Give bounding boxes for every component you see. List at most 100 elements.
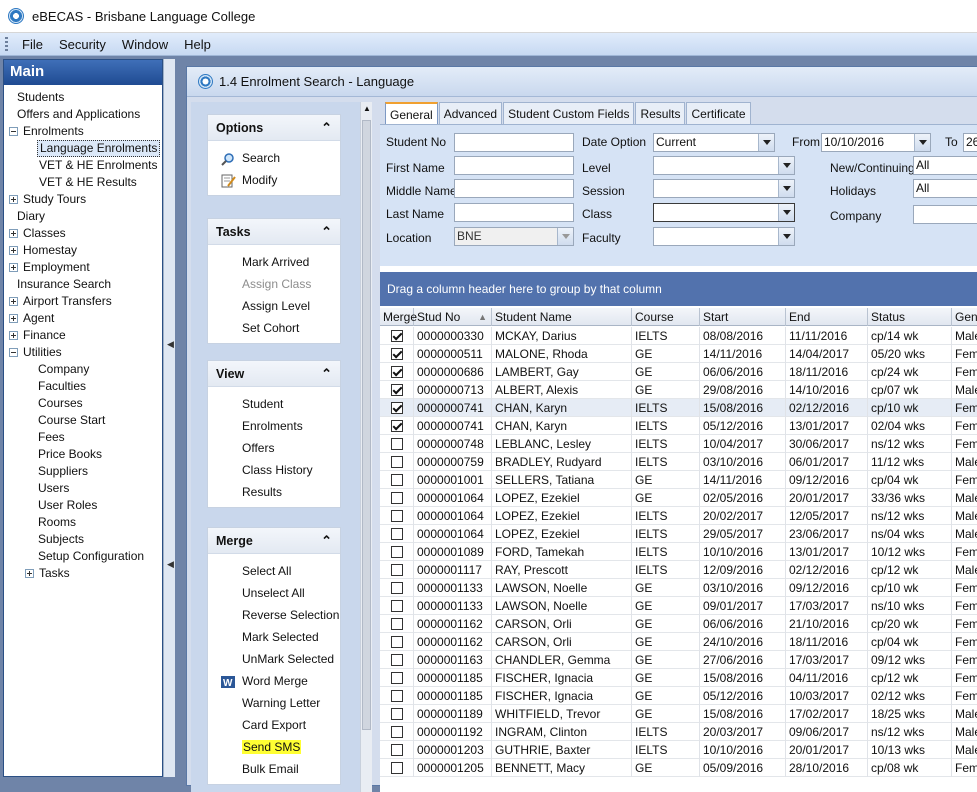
merge-checkbox[interactable] [391,726,403,738]
merge-checkbox[interactable] [391,582,403,594]
merge-checkbox[interactable] [391,600,403,612]
nav-tree-item-faculties[interactable]: Faculties [4,378,162,395]
task-link-search[interactable]: Search [208,147,340,169]
tab-certificate[interactable]: Certificate [686,102,751,124]
level-select[interactable] [653,156,795,175]
menu-file[interactable]: File [14,37,51,52]
nav-tree-item-vet-and-he-results[interactable]: VET & HE Results [4,174,162,191]
task-pane-scrollbar[interactable]: ▲ [360,102,372,792]
panel-splitter[interactable]: ◀ ◀ [163,59,175,777]
task-group-header[interactable]: Options ⌃ [208,115,340,141]
nav-tree-item-company[interactable]: Company [4,361,162,378]
group-by-bar[interactable]: Drag a column header here to group by th… [380,272,977,306]
task-link-offers[interactable]: Offers [208,437,340,459]
nav-tree-item-rooms[interactable]: Rooms [4,514,162,531]
table-row[interactable]: 0000000511 MALONE, Rhoda GE 14/11/2016 14/04… [380,345,977,363]
table-row[interactable]: 0000001089 FORD, Tamekah IELTS 10/10/2016 13… [380,543,977,561]
merge-checkbox[interactable] [391,366,403,378]
table-row[interactable]: 0000001001 SELLERS, Tatiana GE 14/11/2016 09… [380,471,977,489]
collapse-icon[interactable] [9,348,18,357]
session-select[interactable] [653,179,795,198]
nav-tree-item-agent[interactable]: Agent [4,310,162,327]
column-header-student-name[interactable]: Student Name [492,308,632,326]
merge-checkbox[interactable] [391,618,403,630]
merge-checkbox[interactable] [391,528,403,540]
nav-tree-item-user-roles[interactable]: User Roles [4,497,162,514]
table-row[interactable]: 0000000713 ALBERT, Alexis GE 29/08/2016 14/1… [380,381,977,399]
nav-tree-item-homestay[interactable]: Homestay [4,242,162,259]
task-group-header[interactable]: Merge ⌃ [208,528,340,554]
column-header-start[interactable]: Start [700,308,786,326]
task-link-enrolments[interactable]: Enrolments [208,415,340,437]
expand-icon[interactable] [9,195,18,204]
table-row[interactable]: 0000000759 BRADLEY, Rudyard IELTS 03/10/201… [380,453,977,471]
table-row[interactable]: 0000001192 INGRAM, Clinton IELTS 20/03/2017… [380,723,977,741]
menu-help[interactable]: Help [176,37,219,52]
nav-tree-item-fees[interactable]: Fees [4,429,162,446]
nav-tree-item-vet-and-he-enrolments[interactable]: VET & HE Enrolments [4,157,162,174]
tab-general[interactable]: General [385,102,438,124]
scroll-up-icon[interactable]: ▲ [363,104,371,113]
nav-tree-item-students[interactable]: Students [4,89,162,106]
table-row[interactable]: 0000001205 BENNETT, Macy GE 05/09/2016 28/10… [380,759,977,777]
nav-tree-item-airport-transfers[interactable]: Airport Transfers [4,293,162,310]
table-row[interactable]: 0000000741 CHAN, Karyn IELTS 05/12/2016 13/0… [380,417,977,435]
merge-checkbox[interactable] [391,348,403,360]
merge-checkbox[interactable] [391,510,403,522]
table-row[interactable]: 0000001163 CHANDLER, Gemma GE 27/06/2016 17/… [380,651,977,669]
scrollbar-thumb[interactable] [362,120,371,730]
middle-name-field[interactable] [454,179,574,198]
nav-tree-item-offers-and-applications[interactable]: Offers and Applications [4,106,162,123]
task-link-mark-arrived[interactable]: Mark Arrived [208,251,340,273]
expand-icon[interactable] [9,331,18,340]
holidays-select[interactable]: All [913,179,977,198]
nav-tree-item-suppliers[interactable]: Suppliers [4,463,162,480]
chevron-up-icon[interactable]: ⌃ [321,120,332,136]
chevron-down-icon[interactable] [778,228,794,245]
table-row[interactable]: 0000001117 RAY, Prescott IELTS 12/09/2016 02… [380,561,977,579]
table-row[interactable]: 0000000741 CHAN, Karyn IELTS 15/08/2016 02/1… [380,399,977,417]
merge-checkbox[interactable] [391,438,403,450]
chevron-down-icon[interactable] [758,134,774,151]
merge-checkbox[interactable] [391,546,403,558]
tab-results[interactable]: Results [635,102,686,124]
table-row[interactable]: 0000001162 CARSON, Orli GE 06/06/2016 21/10/… [380,615,977,633]
table-row[interactable]: 0000001203 GUTHRIE, Baxter IELTS 10/10/2016… [380,741,977,759]
nav-tree-item-insurance-search[interactable]: Insurance Search [4,276,162,293]
task-link-warning-letter[interactable]: Warning Letter [208,692,340,714]
chevron-down-icon[interactable] [914,134,930,151]
column-header-merge[interactable]: Merge [380,308,417,326]
task-link-card-export[interactable]: Card Export [208,714,340,736]
column-header-status[interactable]: Status [868,308,952,326]
merge-checkbox[interactable] [391,672,403,684]
table-row[interactable]: 0000000686 LAMBERT, Gay GE 06/06/2016 18/11/… [380,363,977,381]
task-link-assign-level[interactable]: Assign Level [208,295,340,317]
task-link-send-sms[interactable]: Send SMS [208,736,340,758]
table-row[interactable]: 0000001064 LOPEZ, Ezekiel GE 02/05/2016 20/0… [380,489,977,507]
table-row[interactable]: 0000001189 WHITFIELD, Trevor GE 15/08/2016 1… [380,705,977,723]
chevron-down-icon[interactable] [778,157,794,174]
expand-icon[interactable] [9,229,18,238]
nav-tree-item-subjects[interactable]: Subjects [4,531,162,548]
expand-icon[interactable] [25,569,34,578]
chevron-up-icon[interactable]: ⌃ [321,366,332,382]
task-link-results[interactable]: Results [208,481,340,503]
new-continuing-select[interactable]: All [913,156,977,175]
task-link-reverse-selection[interactable]: Reverse Selection [208,604,340,626]
merge-checkbox[interactable] [391,636,403,648]
expand-icon[interactable] [9,246,18,255]
expand-icon[interactable] [9,314,18,323]
column-header-gender[interactable]: Gend [952,308,977,326]
merge-checkbox[interactable] [391,420,403,432]
merge-checkbox[interactable] [391,330,403,342]
nav-tree-item-setup-configuration[interactable]: Setup Configuration [4,548,162,565]
nav-tree-item-classes[interactable]: Classes [4,225,162,242]
date-option-select[interactable]: Current [653,133,775,152]
task-link-mark-selected[interactable]: Mark Selected [208,626,340,648]
table-row[interactable]: 0000001064 LOPEZ, Ezekiel IELTS 29/05/2017 2… [380,525,977,543]
menu-window[interactable]: Window [114,37,176,52]
nav-tree-item-diary[interactable]: Diary [4,208,162,225]
menu-security[interactable]: Security [51,37,114,52]
table-row[interactable]: 0000001133 LAWSON, Noelle GE 03/10/2016 09/1… [380,579,977,597]
table-row[interactable]: 0000000330 MCKAY, Darius IELTS 08/08/2016 11… [380,327,977,345]
